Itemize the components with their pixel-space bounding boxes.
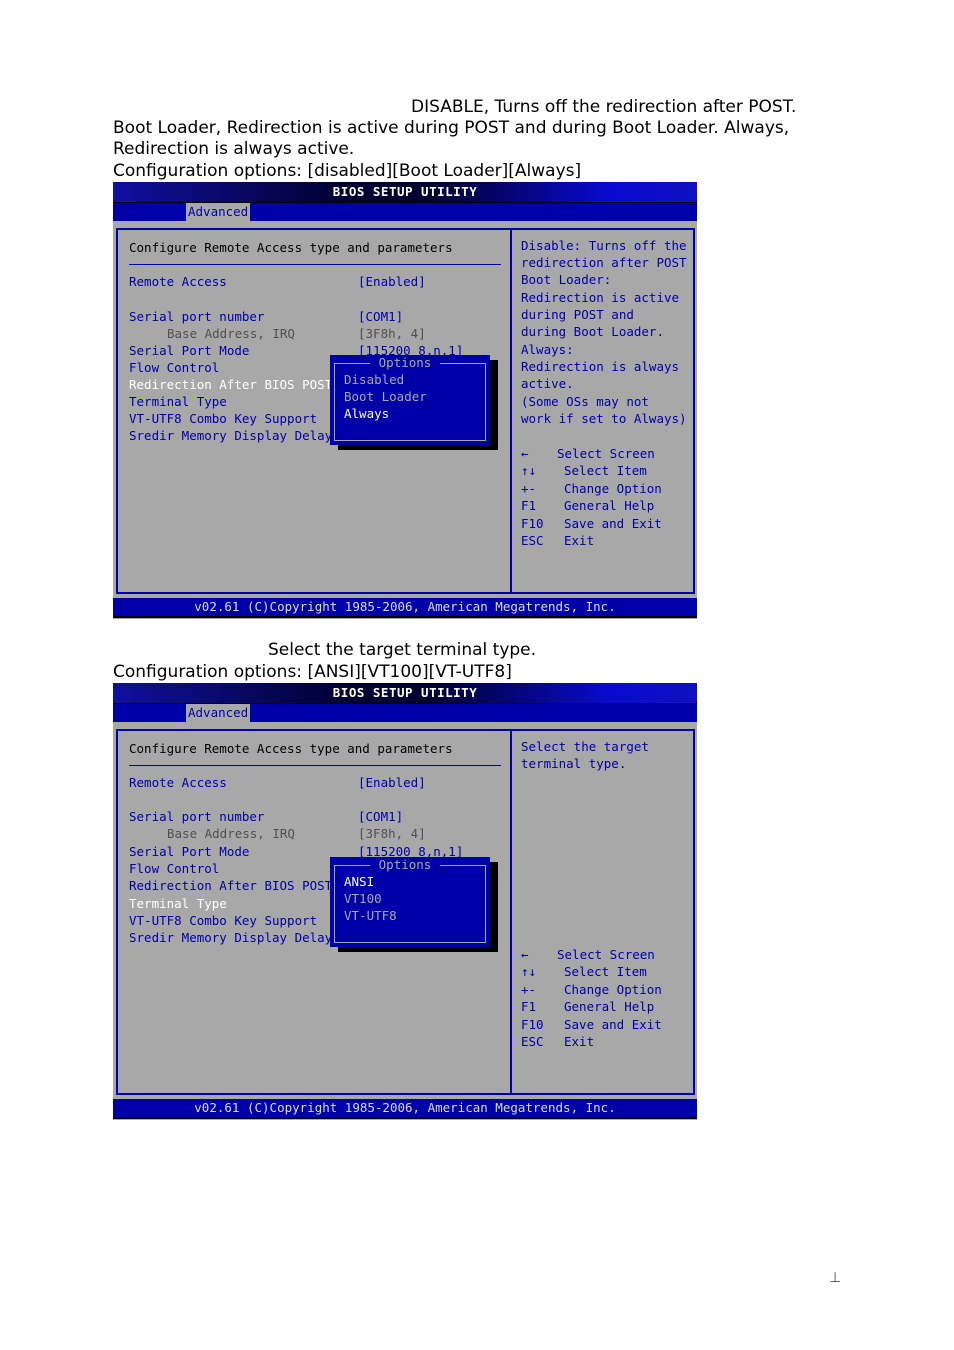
- f10-key: F10: [521, 1017, 544, 1032]
- section2-description-line-1: Select the target terminal type.: [268, 640, 537, 660]
- bios-footer-copyright: v02.61 (C)Copyright 1985-2006, American …: [113, 1099, 697, 1119]
- help-line: (Some OSs may not: [521, 394, 649, 409]
- bios-title-bar: BIOS SETUP UTILITY: [113, 683, 697, 703]
- bios-tab-bar: Advanced: [113, 703, 697, 722]
- setting-serial-port-mode[interactable]: Serial Port Mode: [129, 843, 249, 860]
- panel-title: Configure Remote Access type and paramet…: [129, 741, 453, 756]
- f10-key: F10: [521, 516, 544, 531]
- left-arrow-icon: ←: [521, 947, 529, 962]
- up-down-arrow-icon: ↑↓: [521, 463, 537, 478]
- setting-base-address-irq: Base Address, IRQ: [167, 826, 295, 841]
- setting-sredir-memory-display-delay[interactable]: Sredir Memory Display Delay: [129, 427, 332, 444]
- setting-value-base-address-irq: [3F8h, 4]: [358, 826, 426, 841]
- plus-minus-key: +-: [521, 982, 537, 997]
- key-desc-general-help: General Help: [564, 999, 655, 1014]
- settings-panel: Configure Remote Access type and paramet…: [116, 729, 512, 1095]
- page-mark: ⊥: [829, 1270, 842, 1286]
- help-panel: Disable: Turns off the redirection after…: [510, 228, 695, 594]
- section1-description-line-2: Boot Loader, Redirection is active durin…: [113, 118, 790, 138]
- bios-tab-bar: Advanced: [113, 202, 697, 221]
- setting-value-base-address-irq: [3F8h, 4]: [358, 326, 426, 341]
- setting-terminal-type[interactable]: Terminal Type: [129, 393, 227, 410]
- setting-flow-control[interactable]: Flow Control: [129, 359, 219, 376]
- help-line: during POST and: [521, 307, 634, 322]
- plus-minus-key: +-: [521, 481, 537, 496]
- section1-description-line-1: DISABLE, Turns off the redirection after…: [411, 97, 797, 117]
- help-line: Redirection is active: [521, 290, 680, 305]
- section2-config-options: Configuration options: [ANSI][VT100][VT-…: [113, 662, 512, 682]
- option-vt100[interactable]: VT100: [344, 890, 382, 907]
- help-panel: Select the target terminal type. ← Selec…: [510, 729, 695, 1095]
- help-line: work if set to Always): [521, 411, 687, 426]
- divider: [129, 264, 501, 265]
- key-desc-exit: Exit: [564, 1034, 595, 1049]
- setting-redirection-after-bios-post[interactable]: Redirection After BIOS POST: [129, 877, 332, 894]
- setting-serial-port-number[interactable]: Serial port number: [129, 308, 264, 325]
- setting-vt-utf8-combo-key[interactable]: VT-UTF8 Combo Key Support: [129, 410, 317, 427]
- key-desc-select-screen: Select Screen: [557, 446, 655, 461]
- key-desc-select-item: Select Item: [564, 964, 647, 979]
- key-desc-save-and-exit: Save and Exit: [564, 1017, 662, 1032]
- section1-config-options: Configuration options: [disabled][Boot L…: [113, 161, 582, 181]
- help-line: Boot Loader:: [521, 272, 612, 287]
- option-ansi[interactable]: ANSI: [344, 873, 374, 890]
- help-line: active.: [521, 376, 574, 391]
- key-desc-select-screen: Select Screen: [557, 947, 655, 962]
- setting-serial-port-number[interactable]: Serial port number: [129, 808, 264, 825]
- bios-footer-copyright: v02.61 (C)Copyright 1985-2006, American …: [113, 598, 697, 618]
- option-boot-loader[interactable]: Boot Loader: [344, 388, 427, 405]
- help-line: redirection after POST: [521, 255, 687, 270]
- setting-sredir-memory-display-delay[interactable]: Sredir Memory Display Delay: [129, 929, 332, 946]
- esc-key: ESC: [521, 1034, 544, 1049]
- setting-remote-access[interactable]: Remote Access: [129, 774, 227, 791]
- setting-remote-access[interactable]: Remote Access: [129, 273, 227, 290]
- option-vt-utf8[interactable]: VT-UTF8: [344, 907, 397, 924]
- key-desc-general-help: General Help: [564, 498, 655, 513]
- option-disabled[interactable]: Disabled: [344, 371, 404, 388]
- key-desc-change-option: Change Option: [564, 982, 662, 997]
- setting-value-serial-port-number[interactable]: [COM1]: [358, 808, 403, 825]
- tab-advanced[interactable]: Advanced: [186, 203, 251, 221]
- popup-title: Options: [370, 857, 440, 873]
- divider: [129, 765, 501, 766]
- bios-screenshot-terminal-type: BIOS SETUP UTILITY Advanced Configure Re…: [113, 683, 697, 1120]
- esc-key: ESC: [521, 533, 544, 548]
- key-desc-change-option: Change Option: [564, 481, 662, 496]
- key-desc-exit: Exit: [564, 533, 595, 548]
- option-always[interactable]: Always: [344, 405, 389, 422]
- left-arrow-icon: ←: [521, 446, 529, 461]
- setting-serial-port-mode[interactable]: Serial Port Mode: [129, 342, 249, 359]
- key-desc-save-and-exit: Save and Exit: [564, 516, 662, 531]
- tab-advanced[interactable]: Advanced: [186, 704, 251, 722]
- popup-title: Options: [370, 355, 440, 371]
- setting-value-remote-access[interactable]: [Enabled]: [358, 273, 426, 290]
- section1-description-line-3: Redirection is always active.: [113, 139, 355, 159]
- setting-value-remote-access[interactable]: [Enabled]: [358, 774, 426, 791]
- key-desc-select-item: Select Item: [564, 463, 647, 478]
- setting-redirection-after-bios-post[interactable]: Redirection After BIOS POST: [129, 376, 332, 393]
- options-popup: Options Disabled Boot Loader Always: [330, 355, 490, 445]
- help-line: Select the target: [521, 739, 649, 754]
- settings-panel: Configure Remote Access type and paramet…: [116, 228, 512, 594]
- help-line: Always:: [521, 342, 574, 357]
- help-line: Redirection is always: [521, 359, 680, 374]
- setting-vt-utf8-combo-key[interactable]: VT-UTF8 Combo Key Support: [129, 912, 317, 929]
- f1-key: F1: [521, 498, 537, 513]
- setting-base-address-irq: Base Address, IRQ: [167, 326, 295, 341]
- panel-title: Configure Remote Access type and paramet…: [129, 240, 453, 255]
- help-line: terminal type.: [521, 756, 627, 771]
- up-down-arrow-icon: ↑↓: [521, 964, 537, 979]
- setting-terminal-type[interactable]: Terminal Type: [129, 895, 227, 912]
- bios-screenshot-redirection: BIOS SETUP UTILITY Advanced Configure Re…: [113, 182, 697, 619]
- setting-flow-control[interactable]: Flow Control: [129, 860, 219, 877]
- bios-title-bar: BIOS SETUP UTILITY: [113, 182, 697, 202]
- setting-value-serial-port-number[interactable]: [COM1]: [358, 308, 403, 325]
- options-popup: Options ANSI VT100 VT-UTF8: [330, 857, 490, 947]
- help-line: Disable: Turns off the: [521, 238, 687, 253]
- help-line: during Boot Loader.: [521, 324, 664, 339]
- f1-key: F1: [521, 999, 537, 1014]
